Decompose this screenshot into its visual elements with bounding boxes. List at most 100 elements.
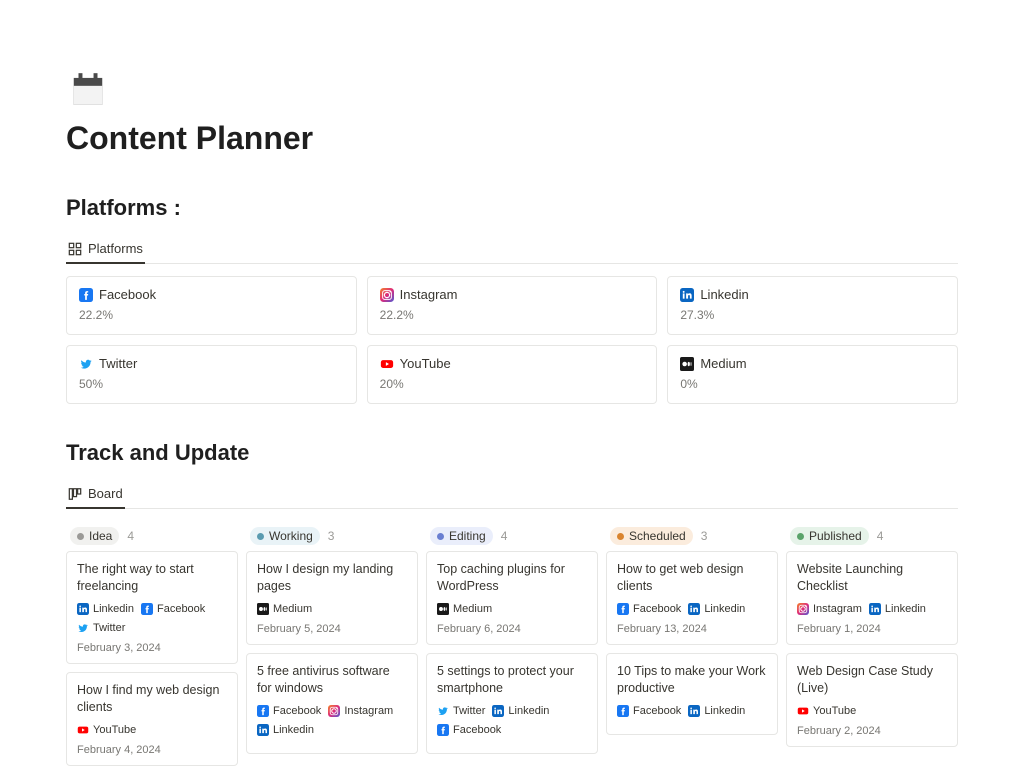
board-card[interactable]: Top caching plugins for WordPressMediumF… xyxy=(426,551,598,645)
status-pill: Published xyxy=(790,527,869,545)
board-card[interactable]: The right way to start freelancing Linked… xyxy=(66,551,238,664)
tag: Facebook xyxy=(617,705,681,717)
tab-platforms[interactable]: Platforms xyxy=(66,235,145,264)
instagram-icon xyxy=(328,705,340,717)
tag-label: Linkedin xyxy=(704,603,745,615)
card-title: Website Launching Checklist xyxy=(797,561,947,595)
status-label: Published xyxy=(809,529,862,543)
status-label: Scheduled xyxy=(629,529,686,543)
tag: Linkedin xyxy=(688,603,745,615)
card-title: How I find my web design clients xyxy=(77,682,227,716)
tag-label: Medium xyxy=(453,603,492,615)
platform-card[interactable]: Linkedin27.3% xyxy=(667,276,958,335)
tag-label: Medium xyxy=(273,603,312,615)
calendar-icon xyxy=(66,70,110,108)
tab-label: Platforms xyxy=(88,241,143,256)
platform-name: Facebook xyxy=(99,287,156,302)
status-label: Working xyxy=(269,529,313,543)
gallery-icon xyxy=(68,242,82,256)
linkedin-icon xyxy=(688,603,700,615)
platform-percent: 50% xyxy=(79,377,344,391)
tag-label: Linkedin xyxy=(508,705,549,717)
facebook-icon xyxy=(617,705,629,717)
tag: Linkedin xyxy=(688,705,745,717)
board-card[interactable]: 5 settings to protect your smartphoneTwi… xyxy=(426,653,598,754)
twitter-icon xyxy=(79,357,93,371)
card-date: February 1, 2024 xyxy=(797,623,947,635)
facebook-icon xyxy=(437,724,449,736)
linkedin-icon xyxy=(492,705,504,717)
tag: Linkedin xyxy=(492,705,549,717)
board-column: Working 3 How I design my landing pages Med… xyxy=(246,521,418,774)
column-count: 4 xyxy=(501,529,508,543)
tag: Facebook xyxy=(437,724,501,736)
linkedin-icon xyxy=(77,603,89,615)
board-card[interactable]: How to get web design clientsFacebookLin… xyxy=(606,551,778,645)
board-card[interactable]: How I design my landing pagesMediumFebru… xyxy=(246,551,418,645)
card-title: 10 Tips to make your Work productive xyxy=(617,663,767,697)
card-date: February 13, 2024 xyxy=(617,623,767,635)
platform-name: YouTube xyxy=(400,356,451,371)
tag-label: Facebook xyxy=(633,603,681,615)
status-dot xyxy=(257,533,264,540)
column-header[interactable]: Idea4 xyxy=(66,521,238,551)
tab-label: Board xyxy=(88,486,123,501)
card-tags: Facebook Linkedin xyxy=(617,603,767,615)
board-column: Published4Website Launching ChecklistIns… xyxy=(786,521,958,774)
tag: Facebook xyxy=(257,705,321,717)
status-dot xyxy=(797,533,804,540)
board-card[interactable]: Website Launching ChecklistInstagramLink… xyxy=(786,551,958,645)
tag-label: Facebook xyxy=(273,705,321,717)
instagram-icon xyxy=(797,603,809,615)
column-header[interactable]: Scheduled 3 xyxy=(606,521,778,551)
status-dot xyxy=(77,533,84,540)
board-card[interactable]: 5 free antivirus software for windowsFac… xyxy=(246,653,418,754)
platform-card[interactable]: Medium0% xyxy=(667,345,958,404)
card-title: The right way to start freelancing xyxy=(77,561,227,595)
linkedin-icon xyxy=(257,724,269,736)
card-date: February 2, 2024 xyxy=(797,725,947,737)
tag: YouTube xyxy=(77,724,136,736)
card-title: Web Design Case Study (Live) xyxy=(797,663,947,697)
status-dot xyxy=(617,533,624,540)
card-tags: FacebookInstagramLinkedin xyxy=(257,705,407,736)
status-pill: Scheduled xyxy=(610,527,693,545)
status-pill: Working xyxy=(250,527,320,545)
column-header[interactable]: Published4 xyxy=(786,521,958,551)
tag: Linkedin xyxy=(869,603,926,615)
card-tags: YouTube xyxy=(797,705,947,717)
status-label: Editing xyxy=(449,529,486,543)
platforms-heading: Platforms : xyxy=(66,195,958,221)
tag: Facebook xyxy=(141,603,205,615)
board: Idea4 The right way to start freelancing L… xyxy=(66,521,958,774)
platform-card[interactable]: Facebook22.2% xyxy=(66,276,357,335)
platform-card[interactable]: Instagram22.2% xyxy=(367,276,658,335)
platform-name: Twitter xyxy=(99,356,137,371)
card-title: How I design my landing pages xyxy=(257,561,407,595)
status-pill: Editing xyxy=(430,527,493,545)
tag-label: YouTube xyxy=(93,724,136,736)
facebook-icon xyxy=(617,603,629,615)
tag: Twitter xyxy=(437,705,485,717)
platform-card[interactable]: YouTube20% xyxy=(367,345,658,404)
tag: YouTube xyxy=(797,705,856,717)
card-title: Top caching plugins for WordPress xyxy=(437,561,587,595)
linkedin-icon xyxy=(680,288,694,302)
linkedin-icon xyxy=(688,705,700,717)
column-count: 3 xyxy=(701,529,708,543)
platforms-view-tabs: Platforms xyxy=(66,235,958,264)
twitter-icon xyxy=(77,622,89,634)
platform-grid: Facebook22.2%Instagram22.2%Linkedin27.3%… xyxy=(66,276,958,404)
platform-card[interactable]: Twitter 50% xyxy=(66,345,357,404)
tag-label: Facebook xyxy=(633,705,681,717)
card-tags: Twitter Linkedin Facebook xyxy=(437,705,587,736)
board-card[interactable]: 10 Tips to make your Work productive Face… xyxy=(606,653,778,735)
platform-percent: 22.2% xyxy=(380,308,645,322)
tab-board[interactable]: Board xyxy=(66,480,125,509)
column-header[interactable]: Editing 4 xyxy=(426,521,598,551)
board-card[interactable]: How I find my web design clientsYouTubeF… xyxy=(66,672,238,766)
column-count: 3 xyxy=(328,529,335,543)
column-header[interactable]: Working 3 xyxy=(246,521,418,551)
card-tags: LinkedinFacebookTwitter xyxy=(77,603,227,634)
board-card[interactable]: Web Design Case Study (Live) YouTube Febru… xyxy=(786,653,958,747)
